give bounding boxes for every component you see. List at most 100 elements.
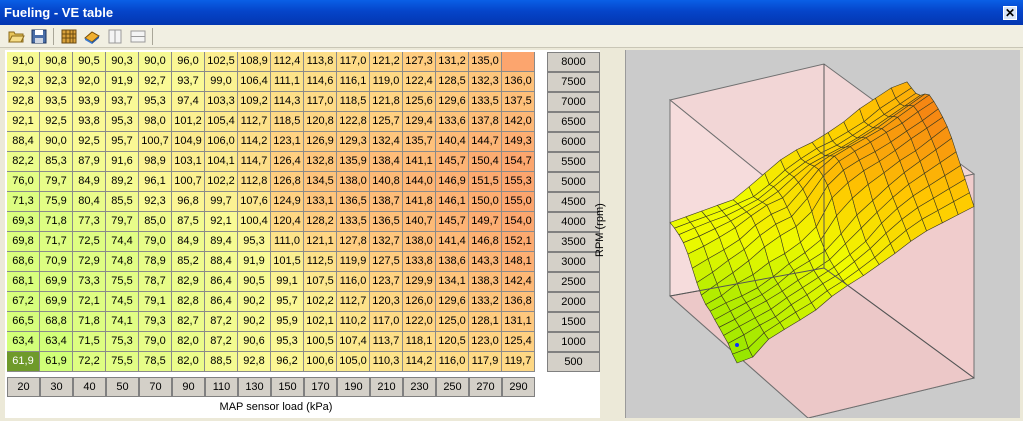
ve-cell[interactable]: 122,4 <box>403 72 436 92</box>
ve-cell[interactable]: 95,3 <box>139 92 172 112</box>
ve-cell[interactable]: 138,7 <box>370 192 403 212</box>
ve-cell[interactable]: 71,8 <box>40 212 73 232</box>
ve-cell[interactable]: 132,3 <box>469 72 502 92</box>
ve-cell[interactable]: 95,3 <box>106 112 139 132</box>
ve-cell[interactable]: 133,6 <box>436 112 469 132</box>
ve-cell[interactable]: 72,9 <box>73 252 106 272</box>
ve-cell[interactable]: 90,2 <box>238 292 271 312</box>
ve-cell[interactable]: 112,7 <box>238 112 271 132</box>
ve-cell[interactable]: 117,0 <box>370 312 403 332</box>
ve-cell[interactable]: 148,1 <box>502 252 535 272</box>
open-folder-icon[interactable] <box>7 28 25 45</box>
ve-cell[interactable]: 92,3 <box>7 72 40 92</box>
ve-cell[interactable]: 110,3 <box>370 352 403 372</box>
ve-cell[interactable]: 88,4 <box>205 252 238 272</box>
ve-cell[interactable]: 90,6 <box>238 332 271 352</box>
ve-cell[interactable]: 122,0 <box>403 312 436 332</box>
ve-cell[interactable]: 87,5 <box>172 212 205 232</box>
ve-cell[interactable]: 75,3 <box>106 332 139 352</box>
ve-cell[interactable]: 129,9 <box>403 272 436 292</box>
ve-cell[interactable]: 87,2 <box>205 312 238 332</box>
ve-cell[interactable]: 116,0 <box>436 352 469 372</box>
ve-cell[interactable]: 90,5 <box>73 52 106 72</box>
ve-cell[interactable]: 71,3 <box>7 192 40 212</box>
ve-cell[interactable]: 138,0 <box>337 172 370 192</box>
ve-cell[interactable]: 125,7 <box>370 112 403 132</box>
ve-cell[interactable]: 90,0 <box>139 52 172 72</box>
ve-cell[interactable]: 114,3 <box>271 92 304 112</box>
ve-cell[interactable]: 134,5 <box>304 172 337 192</box>
ve-cell[interactable]: 141,1 <box>403 152 436 172</box>
ve-cell[interactable]: 75,5 <box>106 272 139 292</box>
ve-cell[interactable]: 93,9 <box>73 92 106 112</box>
ve-cell[interactable]: 112,4 <box>271 52 304 72</box>
ve-cell[interactable]: 107,4 <box>337 332 370 352</box>
ve-cell[interactable]: 79,0 <box>139 332 172 352</box>
ve-cell[interactable]: 70,9 <box>40 252 73 272</box>
ve-cell[interactable]: 90,3 <box>106 52 139 72</box>
ve-cell[interactable]: 68,8 <box>40 312 73 332</box>
ve-cell[interactable]: 143,3 <box>469 252 502 272</box>
ve-cell[interactable]: 100,6 <box>304 352 337 372</box>
ve-cell[interactable]: 93,5 <box>40 92 73 112</box>
ve-cell[interactable]: 149,3 <box>502 132 535 152</box>
ve-cell[interactable]: 120,3 <box>370 292 403 312</box>
ve-cell[interactable]: 133,5 <box>337 212 370 232</box>
ve-3d-surface-plot[interactable] <box>626 50 1020 418</box>
ve-cell[interactable]: 61,9 <box>40 352 73 372</box>
ve-cell[interactable]: 68,1 <box>7 272 40 292</box>
window-title-bar[interactable]: Fueling - VE table ✕ <box>0 0 1023 25</box>
ve-cell[interactable]: 142,4 <box>502 272 535 292</box>
ve-cell[interactable]: 104,1 <box>205 152 238 172</box>
ve-cell[interactable]: 125,4 <box>502 332 535 352</box>
ve-cell[interactable]: 128,1 <box>469 312 502 332</box>
ve-cell[interactable]: 97,4 <box>172 92 205 112</box>
ve-cell[interactable]: 141,8 <box>403 192 436 212</box>
ve-cell[interactable]: 82,7 <box>172 312 205 332</box>
ve-cell[interactable]: 140,4 <box>436 132 469 152</box>
ve-cell[interactable]: 69,3 <box>7 212 40 232</box>
ve-cell[interactable]: 136,5 <box>370 212 403 232</box>
ve-cell[interactable]: 125,6 <box>403 92 436 112</box>
ve-cell[interactable]: 95,9 <box>271 312 304 332</box>
ve-cell[interactable]: 114,2 <box>403 352 436 372</box>
ve-cell[interactable]: 78,5 <box>139 352 172 372</box>
ve-cell[interactable]: 88,4 <box>7 132 40 152</box>
ve-cell[interactable]: 86,4 <box>205 292 238 312</box>
ve-cell[interactable]: 92,7 <box>139 72 172 92</box>
ve-cell[interactable]: 119,0 <box>370 72 403 92</box>
ve-cell[interactable]: 98,9 <box>139 152 172 172</box>
ve-cell[interactable]: 151,5 <box>469 172 502 192</box>
ve-cell[interactable]: 85,5 <box>106 192 139 212</box>
ve-cell[interactable]: 145,7 <box>436 152 469 172</box>
ve-cell[interactable]: 133,2 <box>469 292 502 312</box>
ve-cell[interactable]: 71,7 <box>40 232 73 252</box>
ve-cell[interactable]: 102,2 <box>304 292 337 312</box>
ve-cell[interactable]: 133,1 <box>304 192 337 212</box>
ve-cell[interactable]: 121,8 <box>370 92 403 112</box>
ve-cell[interactable]: 85,0 <box>139 212 172 232</box>
ve-cell[interactable]: 75,5 <box>106 352 139 372</box>
ve-cell[interactable]: 63,4 <box>7 332 40 352</box>
ve-cell[interactable]: 101,5 <box>271 252 304 272</box>
ve-cell[interactable]: 126,8 <box>271 172 304 192</box>
ve-cell[interactable]: 76,0 <box>7 172 40 192</box>
ve-cell[interactable]: 91,9 <box>106 72 139 92</box>
ve-cell[interactable]: 145,7 <box>436 212 469 232</box>
ve-cell[interactable]: 74,5 <box>106 292 139 312</box>
ve-cell[interactable]: 111,1 <box>271 72 304 92</box>
ve-cell[interactable]: 92,3 <box>40 72 73 92</box>
ve-cell[interactable]: 92,5 <box>40 112 73 132</box>
ve-cell[interactable]: 92,8 <box>7 92 40 112</box>
ve-cell[interactable]: 149,7 <box>469 212 502 232</box>
ve-cell[interactable]: 104,9 <box>172 132 205 152</box>
ve-cell[interactable]: 120,8 <box>304 112 337 132</box>
ve-cell[interactable]: 95,7 <box>106 132 139 152</box>
ve-cell[interactable]: 112,7 <box>337 292 370 312</box>
ve-cell[interactable]: 79,1 <box>139 292 172 312</box>
ve-cell[interactable]: 72,1 <box>73 292 106 312</box>
ve-cell[interactable]: 105,0 <box>337 352 370 372</box>
ve-cell[interactable]: 86,4 <box>205 272 238 292</box>
ve-cell[interactable]: 117,9 <box>469 352 502 372</box>
ve-cell[interactable]: 126,9 <box>304 132 337 152</box>
